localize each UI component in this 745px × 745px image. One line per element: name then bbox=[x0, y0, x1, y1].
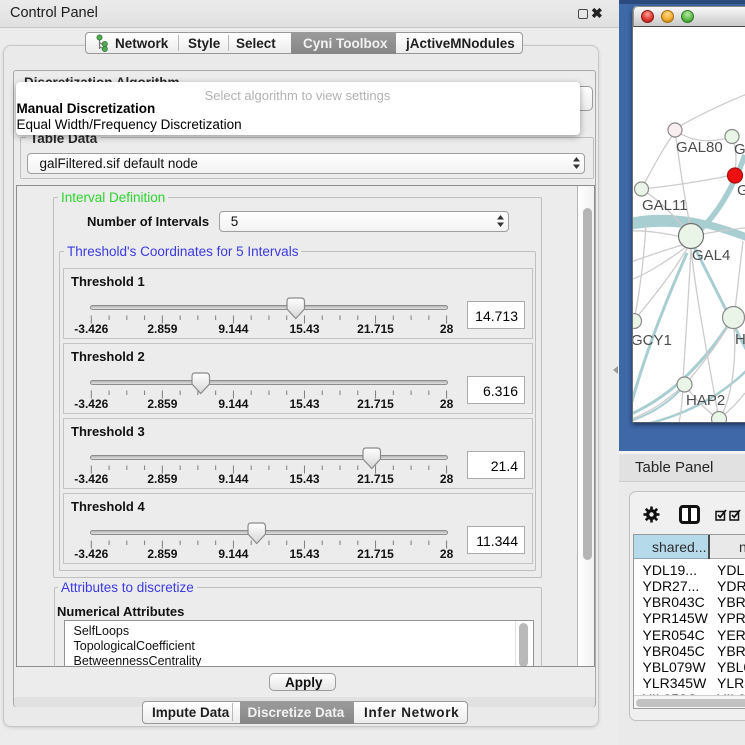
svg-text:GAL11: GAL11 bbox=[642, 197, 688, 214]
svg-text:HAP2: HAP2 bbox=[686, 392, 725, 409]
svg-text:GA: GA bbox=[734, 141, 745, 158]
svg-text:GCY1: GCY1 bbox=[633, 332, 672, 349]
svg-text:GAL80: GAL80 bbox=[676, 139, 723, 156]
svg-text:H: H bbox=[735, 331, 745, 348]
svg-text:G: G bbox=[737, 182, 745, 199]
svg-text:GAL4: GAL4 bbox=[692, 247, 730, 264]
